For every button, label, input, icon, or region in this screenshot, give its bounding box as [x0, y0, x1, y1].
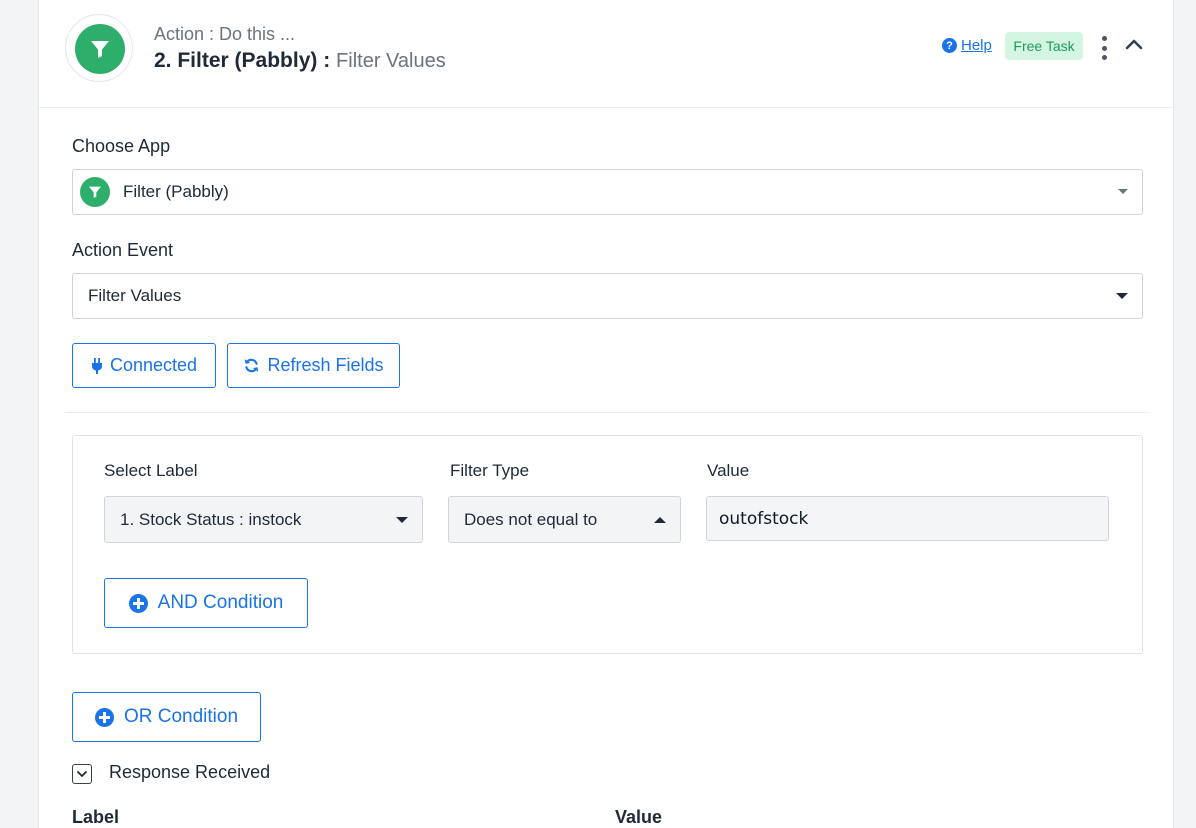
- choose-app-select[interactable]: Filter (Pabbly): [72, 169, 1143, 215]
- filter-icon: [80, 177, 110, 207]
- connected-label: Connected: [109, 355, 198, 375]
- chevron-up-icon: [654, 516, 666, 523]
- free-task-badge: Free Task: [1005, 32, 1083, 60]
- chevron-down-icon: [1118, 189, 1128, 194]
- choose-app-label: Choose App: [72, 136, 171, 156]
- chevron-up-icon[interactable]: [1124, 34, 1144, 54]
- action-step-card: Action : Do this ... 2. Filter (Pabbly) …: [38, 0, 1175, 828]
- or-condition-button[interactable]: OR Condition: [72, 692, 261, 742]
- step-subtitle: Action : Do this ...: [154, 24, 296, 44]
- plus-circle-icon: [94, 707, 114, 727]
- and-condition-button[interactable]: AND Condition: [104, 578, 308, 628]
- select-label-header: Select Label: [104, 461, 198, 480]
- help-circle-icon: ?: [942, 38, 957, 53]
- kebab-menu-icon[interactable]: [1099, 36, 1109, 60]
- connected-button[interactable]: Connected: [72, 343, 216, 388]
- action-event-label: Action Event: [72, 240, 174, 260]
- refresh-fields-label: Refresh Fields: [267, 355, 384, 375]
- step-title-app: 2. Filter (Pabbly) :: [154, 49, 331, 72]
- help-link[interactable]: ? Help: [942, 37, 992, 54]
- plus-circle-icon: [128, 593, 148, 613]
- step-title-event: Filter Values: [336, 50, 446, 72]
- plug-icon: [91, 357, 102, 374]
- chevron-down-icon: [1116, 293, 1128, 299]
- chevron-down-icon: [396, 516, 408, 523]
- action-event-select[interactable]: Filter Values: [72, 273, 1143, 319]
- condition-value-input[interactable]: [706, 496, 1109, 541]
- response-col-label: Label: [72, 807, 120, 827]
- filter-type-value: Does not equal to: [464, 509, 598, 529]
- app-logo: [65, 14, 133, 82]
- step-title: 2. Filter (Pabbly) : Filter Values: [154, 49, 446, 73]
- refresh-fields-button[interactable]: Refresh Fields: [227, 343, 400, 388]
- filter-type-header: Filter Type: [450, 461, 530, 480]
- section-divider: [65, 412, 1149, 413]
- response-toggle[interactable]: [72, 764, 92, 784]
- or-condition-label: OR Condition: [123, 706, 239, 727]
- step-header: Action : Do this ... 2. Filter (Pabbly) …: [39, 0, 1175, 108]
- response-received-title: Response Received: [109, 762, 271, 782]
- response-col-value: Value: [615, 807, 663, 827]
- and-condition-label: AND Condition: [157, 592, 284, 613]
- refresh-icon: [245, 358, 259, 373]
- chevron-down-icon: [77, 771, 87, 777]
- filter-type-dropdown[interactable]: Does not equal to: [448, 496, 681, 543]
- help-label: Help: [961, 37, 992, 54]
- select-label-value: 1. Stock Status : instock: [120, 509, 302, 529]
- action-event-value: Filter Values: [88, 286, 182, 305]
- value-header: Value: [707, 461, 750, 480]
- choose-app-value: Filter (Pabbly): [123, 182, 229, 201]
- filter-icon: [75, 24, 125, 74]
- select-label-dropdown[interactable]: 1. Stock Status : instock: [104, 496, 423, 543]
